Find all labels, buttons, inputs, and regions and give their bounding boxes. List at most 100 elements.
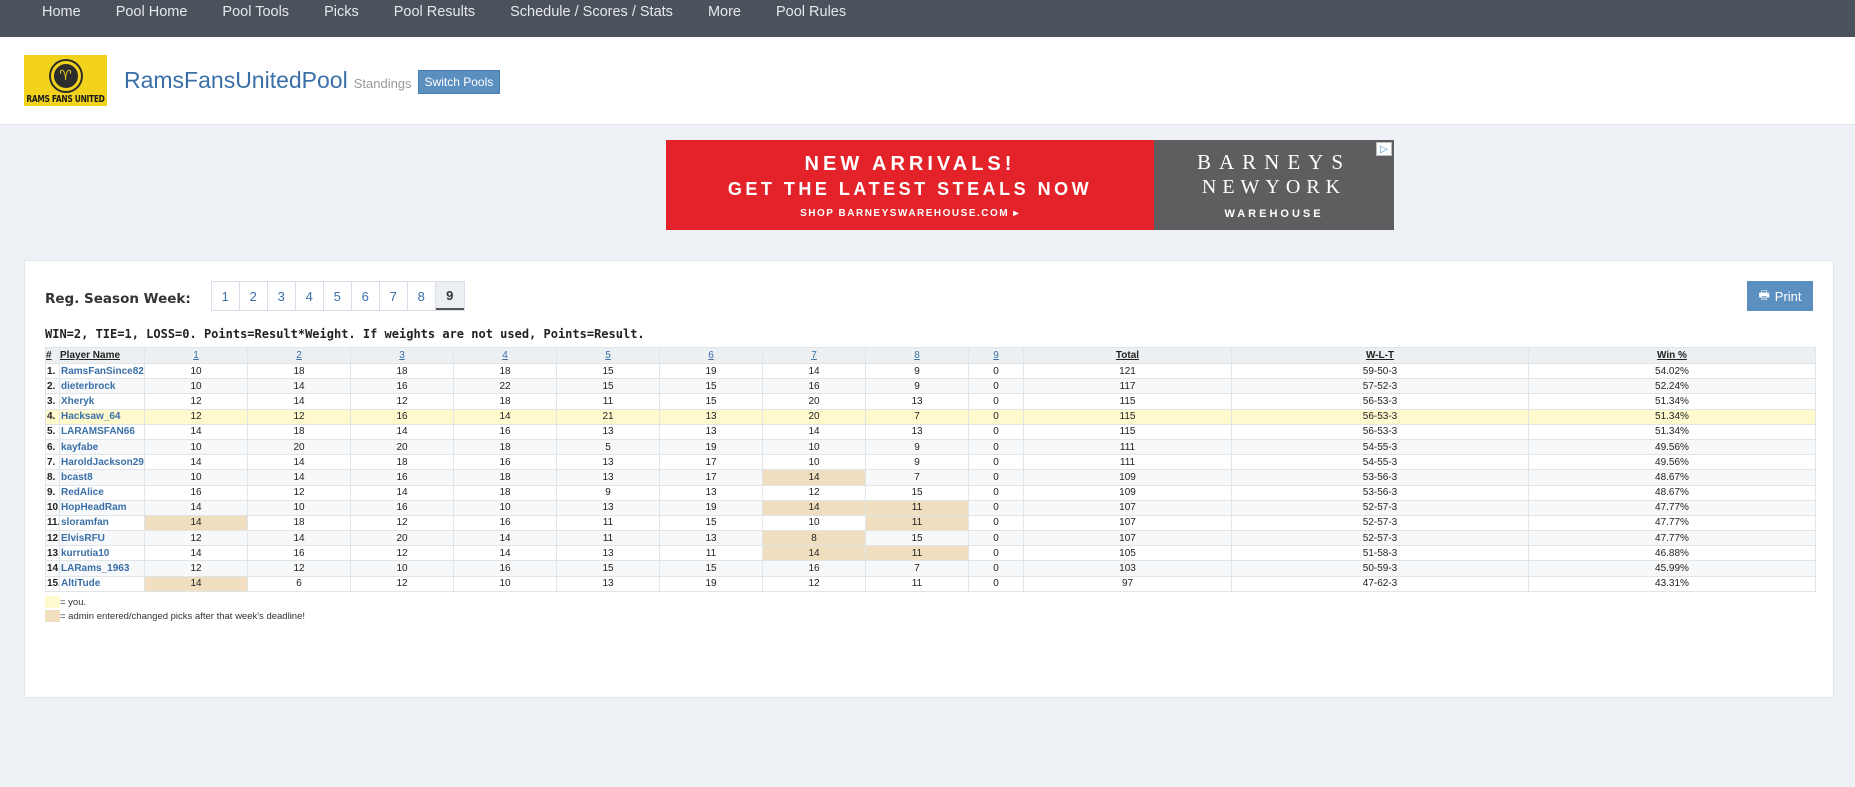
week-score-cell: 15 [659, 378, 763, 395]
week-score-cell: 0 [968, 469, 1024, 486]
week-score-cell: 14 [247, 393, 351, 410]
player-name-link[interactable]: AltiTude [59, 575, 145, 592]
week-score-cell: 14 [247, 530, 351, 547]
advertisement-banner[interactable]: NEW ARRIVALS! GET THE LATEST STEALS NOW … [666, 140, 1394, 230]
win-pct-cell: 54.02% [1528, 362, 1816, 380]
week-score-cell: 0 [968, 438, 1024, 456]
player-name-link[interactable]: Xheryk [59, 393, 145, 410]
player-name-link[interactable]: LARAMSFAN66 [59, 423, 145, 440]
week-score-cell: 11 [865, 514, 969, 532]
week-score-cell: 16 [762, 560, 866, 577]
col-header-3[interactable]: 3 [350, 347, 454, 364]
ad-line1: NEW ARRIVALS! [804, 152, 1016, 175]
week-score-cell: 20 [350, 438, 454, 456]
win-pct-cell: 51.34% [1528, 423, 1816, 440]
pool-logo[interactable]: ♈ RAMS FANS UNITED [24, 55, 107, 106]
week-tab-4[interactable]: 4 [296, 282, 324, 310]
print-label: Print [1774, 288, 1802, 304]
rank-cell: 5. [45, 423, 60, 440]
week-score-cell: 15 [556, 378, 660, 395]
week-tab-6[interactable]: 6 [352, 282, 380, 310]
col-header-total[interactable]: Total [1023, 347, 1232, 364]
player-name-link[interactable]: Hacksaw_64 [59, 408, 145, 425]
nav-pool-rules[interactable]: Pool Rules [764, 0, 858, 21]
week-score-cell: 10 [762, 514, 866, 532]
week-score-cell: 11 [865, 575, 969, 592]
col-header-8[interactable]: 8 [865, 347, 969, 364]
week-score-cell: 14 [453, 530, 557, 547]
total-cell: 115 [1023, 408, 1232, 425]
win-pct-cell: 43.31% [1528, 575, 1816, 592]
week-score-cell: 0 [968, 423, 1024, 440]
player-name-link[interactable]: HopHeadRam [59, 499, 145, 516]
win-pct-cell: 49.56% [1528, 454, 1816, 471]
col-header-4[interactable]: 4 [453, 347, 557, 364]
week-tab-5[interactable]: 5 [324, 282, 352, 310]
week-score-cell: 9 [865, 378, 969, 395]
print-button[interactable]: 🖶 Print [1747, 281, 1813, 311]
week-tab-8[interactable]: 8 [408, 282, 436, 310]
player-name-link[interactable]: sloramfan [59, 514, 145, 532]
nav-pool-tools[interactable]: Pool Tools [210, 0, 301, 21]
ad-brand3: WAREHOUSE [1224, 208, 1324, 220]
col-header-win[interactable]: Win % [1528, 347, 1816, 364]
wlt-cell: 53-56-3 [1231, 469, 1529, 486]
switch-pools-button[interactable]: Switch Pools [417, 69, 501, 94]
ad-promo[interactable]: NEW ARRIVALS! GET THE LATEST STEALS NOW … [666, 140, 1154, 230]
nav-picks[interactable]: Picks [312, 0, 371, 21]
week-score-cell: 0 [968, 393, 1024, 410]
player-name-link[interactable]: HaroldJackson29 [59, 454, 145, 471]
table-row: 7. HaroldJackson29 14 14 18 16 13 17 10 9 0 111 54-5… [45, 454, 1816, 471]
week-score-cell: 21 [556, 408, 660, 425]
win-pct-cell: 46.88% [1528, 545, 1816, 562]
week-score-cell: 15 [556, 362, 660, 380]
week-score-cell: 16 [762, 378, 866, 395]
player-name-link[interactable]: bcast8 [59, 469, 145, 486]
col-header-2[interactable]: 2 [247, 347, 351, 364]
player-name-link[interactable]: RedAlice [59, 484, 145, 501]
week-tab-3[interactable]: 3 [268, 282, 296, 310]
week-score-cell: 11 [865, 545, 969, 562]
col-header-9[interactable]: 9 [968, 347, 1024, 364]
week-score-cell: 0 [968, 560, 1024, 577]
player-name-link[interactable]: LARams_1963 [59, 560, 145, 577]
week-tab-9[interactable]: 9 [435, 282, 464, 310]
wlt-cell: 50-59-3 [1231, 560, 1529, 577]
col-header-w-l-t[interactable]: W-L-T [1231, 347, 1529, 364]
week-score-cell: 18 [453, 484, 557, 501]
wlt-cell: 52-57-3 [1231, 530, 1529, 547]
player-name-link[interactable]: kayfabe [59, 438, 145, 456]
player-name-link[interactable]: dieterbrock [59, 378, 145, 395]
player-name-link[interactable]: ElvisRFU [59, 530, 145, 547]
col-header-7[interactable]: 7 [762, 347, 866, 364]
week-tab-2[interactable]: 2 [240, 282, 268, 310]
total-cell: 117 [1023, 378, 1232, 395]
rank-cell: 1. [45, 362, 60, 380]
nav-pool-home[interactable]: Pool Home [104, 0, 200, 21]
player-name-link[interactable]: RamsFanSince82 [59, 362, 145, 380]
week-score-cell: 16 [247, 545, 351, 562]
win-pct-cell: 47.77% [1528, 530, 1816, 547]
col-header-5[interactable]: 5 [556, 347, 660, 364]
col-header-1[interactable]: 1 [144, 347, 248, 364]
col-header-6[interactable]: 6 [659, 347, 763, 364]
ram-icon: ♈ [50, 60, 81, 91]
pool-title[interactable]: RamsFansUnitedPool [124, 67, 348, 94]
player-name-link[interactable]: kurrutia10 [59, 545, 145, 562]
week-tab-7[interactable]: 7 [380, 282, 408, 310]
win-pct-cell: 51.34% [1528, 408, 1816, 425]
logo-text: RAMS FANS UNITED [26, 92, 105, 104]
col-header-[interactable]: # [45, 347, 60, 364]
nav-more[interactable]: More [696, 0, 753, 21]
nav-pool-results[interactable]: Pool Results [382, 0, 487, 21]
ad-brand[interactable]: BARNEYS NEWYORK WAREHOUSE ▷ [1154, 140, 1394, 230]
week-score-cell: 16 [350, 469, 454, 486]
week-score-cell: 12 [144, 393, 248, 410]
nav-home[interactable]: Home [30, 0, 93, 21]
nav-schedule-scores-stats[interactable]: Schedule / Scores / Stats [498, 0, 685, 21]
adchoices-icon[interactable]: ▷ [1376, 142, 1392, 156]
wlt-cell: 56-53-3 [1231, 408, 1529, 425]
col-header-player-name[interactable]: Player Name [59, 347, 145, 364]
week-score-cell: 12 [144, 560, 248, 577]
week-tab-1[interactable]: 1 [212, 282, 240, 310]
